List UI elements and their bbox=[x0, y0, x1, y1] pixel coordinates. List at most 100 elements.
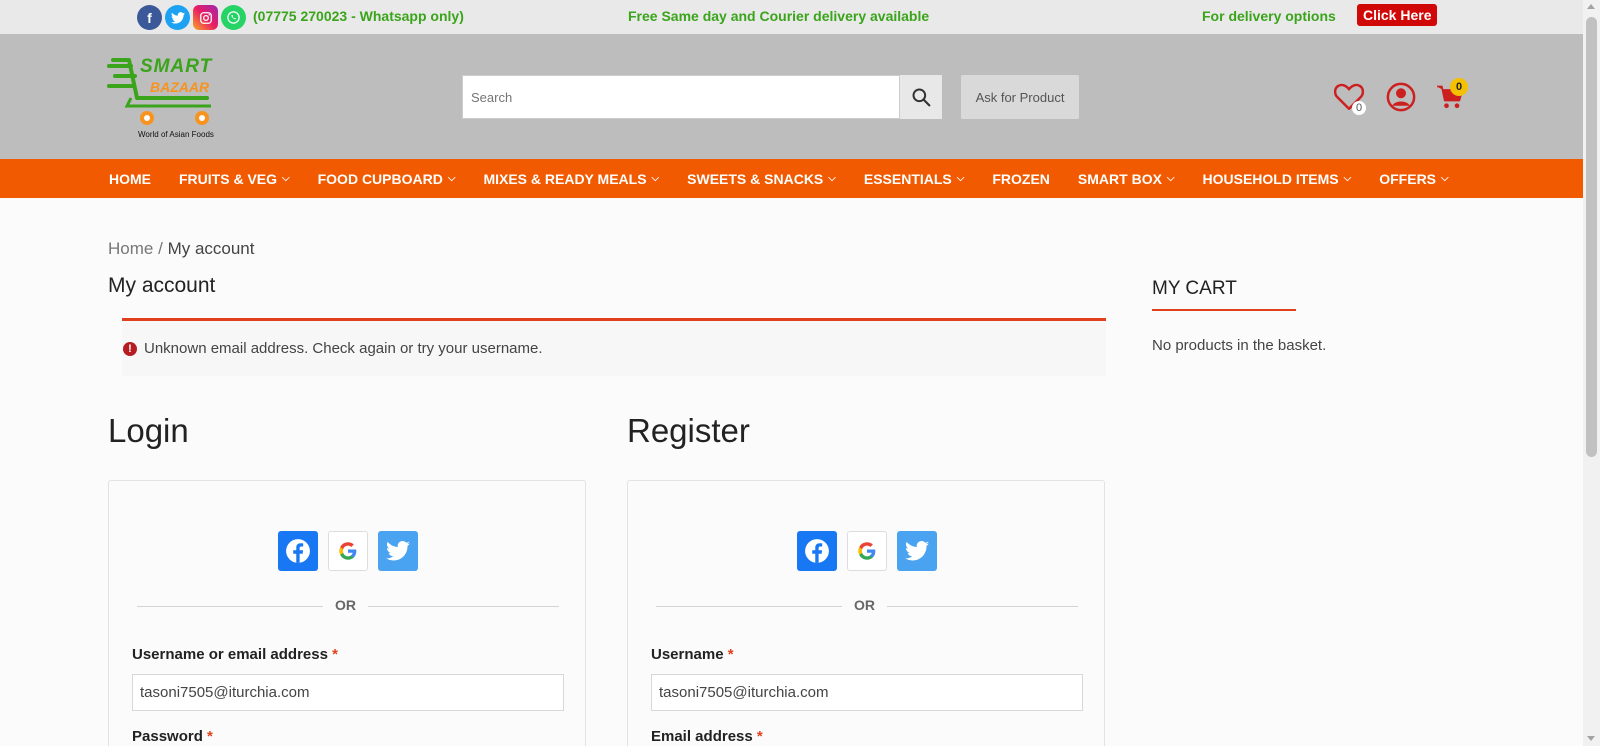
scroll-thumb[interactable] bbox=[1586, 17, 1597, 457]
nav-item-fruits-veg[interactable]: FRUITS & VEG ⌵ bbox=[179, 171, 290, 187]
google-login-button[interactable] bbox=[328, 531, 368, 571]
search-field[interactable] bbox=[462, 75, 900, 119]
search-input[interactable] bbox=[463, 76, 899, 118]
chevron-down-icon: ⌵ bbox=[447, 173, 456, 184]
nav-label: HOME bbox=[109, 170, 151, 187]
chevron-down-icon: ⌵ bbox=[1166, 173, 1175, 184]
ask-for-product-button[interactable]: Ask for Product bbox=[961, 75, 1079, 119]
or-label: OR bbox=[323, 597, 368, 613]
nav-label: OFFERS bbox=[1379, 170, 1437, 187]
my-cart-underline bbox=[1152, 309, 1296, 311]
cart-empty-message: No products in the basket. bbox=[1152, 337, 1327, 354]
search-icon bbox=[912, 88, 931, 107]
phone-number: (07775 270023 - Whatsapp only) bbox=[253, 8, 464, 24]
email-label-text: Email address bbox=[651, 728, 753, 745]
password-label: Password * bbox=[132, 728, 213, 745]
facebook-icon bbox=[286, 539, 310, 563]
nav-item-essentials[interactable]: ESSENTIALS ⌵ bbox=[864, 171, 965, 187]
register-username-label-text: Username bbox=[651, 646, 724, 663]
register-form: OR Username * tasoni7505@iturchia.com Em… bbox=[627, 480, 1105, 746]
facebook-icon[interactable]: f bbox=[137, 5, 162, 30]
nav-item-frozen[interactable]: FROZEN bbox=[992, 171, 1050, 187]
scroll-up-arrow-icon[interactable] bbox=[1587, 4, 1595, 9]
chevron-down-icon: ⌵ bbox=[1343, 173, 1352, 184]
facebook-register-button[interactable] bbox=[797, 531, 837, 571]
register-username-label: Username * bbox=[651, 646, 734, 663]
twitter-icon[interactable] bbox=[165, 5, 190, 30]
twitter-icon bbox=[386, 541, 410, 561]
delivery-options-label: For delivery options bbox=[1202, 8, 1336, 24]
twitter-register-button[interactable] bbox=[897, 531, 937, 571]
google-icon bbox=[339, 542, 357, 560]
instagram-icon[interactable] bbox=[193, 5, 218, 30]
nav-label: FOOD CUPBOARD bbox=[317, 170, 443, 187]
nav-label: SMART BOX bbox=[1077, 170, 1162, 187]
register-title: Register bbox=[627, 412, 750, 449]
username-label-text: Username or email address bbox=[132, 646, 328, 663]
scroll-down-arrow-icon[interactable] bbox=[1587, 736, 1595, 741]
breadcrumb: Home / My account bbox=[108, 239, 255, 259]
social-links: f bbox=[137, 5, 246, 30]
click-here-button[interactable]: Click Here bbox=[1357, 4, 1438, 26]
cart-count-badge: 0 bbox=[1450, 78, 1468, 96]
chevron-down-icon: ⌵ bbox=[1441, 173, 1449, 184]
error-notice: ! Unknown email address. Check again or … bbox=[122, 318, 1106, 376]
google-icon bbox=[858, 542, 876, 560]
nav-item-mixes-ready-meals[interactable]: MIXES & READY MEALS ⌵ bbox=[483, 171, 659, 187]
nav-item-sweets-snacks[interactable]: SWEETS & SNACKS ⌵ bbox=[687, 171, 836, 187]
required-mark: * bbox=[332, 646, 338, 663]
delivery-message: Free Same day and Courier delivery avail… bbox=[628, 8, 930, 24]
twitter-login-button[interactable] bbox=[378, 531, 418, 571]
user-icon bbox=[1386, 82, 1416, 112]
nav-item-home[interactable]: HOME bbox=[109, 171, 151, 187]
wishlist-count-badge: 0 bbox=[1352, 101, 1366, 115]
nav-label: MIXES & READY MEALS bbox=[483, 170, 647, 187]
nav-label: SWEETS & SNACKS bbox=[687, 170, 824, 187]
facebook-login-button[interactable] bbox=[278, 531, 318, 571]
twitter-icon bbox=[905, 541, 929, 561]
nav-item-food-cupboard[interactable]: FOOD CUPBOARD ⌵ bbox=[318, 171, 456, 187]
username-input[interactable]: tasoni7505@iturchia.com bbox=[132, 674, 564, 711]
error-icon: ! bbox=[123, 341, 137, 356]
whatsapp-icon[interactable] bbox=[221, 5, 246, 30]
nav-label: FROZEN bbox=[992, 170, 1050, 187]
logo-text-top: SMART bbox=[140, 56, 213, 77]
nav-label: FRUITS & VEG bbox=[179, 170, 278, 187]
breadcrumb-home-link[interactable]: Home bbox=[108, 239, 153, 258]
error-message: Unknown email address. Check again or tr… bbox=[144, 340, 543, 357]
search-button[interactable] bbox=[900, 75, 942, 119]
facebook-icon bbox=[805, 539, 829, 563]
logo-text-bottom: BAZAAR bbox=[150, 79, 210, 95]
breadcrumb-current: My account bbox=[167, 239, 255, 258]
username-label: Username or email address * bbox=[132, 646, 338, 663]
required-mark: * bbox=[756, 728, 763, 745]
nav-label: ESSENTIALS bbox=[863, 170, 952, 187]
required-mark: * bbox=[207, 728, 213, 745]
nav-label: HOUSEHOLD ITEMS bbox=[1202, 170, 1339, 187]
nav-item-offers[interactable]: OFFERS ⌵ bbox=[1379, 171, 1448, 187]
logo-tagline: World of Asian Foods bbox=[138, 130, 214, 139]
or-label: OR bbox=[842, 597, 887, 613]
nav-item-household-items[interactable]: HOUSEHOLD ITEMS ⌵ bbox=[1203, 171, 1352, 187]
nav-item-smart-box[interactable]: SMART BOX ⌵ bbox=[1078, 171, 1175, 187]
email-label: Email address * bbox=[651, 728, 763, 745]
account-button[interactable] bbox=[1386, 82, 1416, 117]
login-social-buttons bbox=[278, 531, 418, 571]
my-cart-title: MY CART bbox=[1152, 278, 1237, 299]
main-nav: HOME FRUITS & VEG ⌵ FOOD CUPBOARD ⌵ MIXES … bbox=[0, 159, 1583, 198]
login-title: Login bbox=[108, 412, 189, 449]
register-social-buttons bbox=[797, 531, 937, 571]
breadcrumb-separator: / bbox=[158, 239, 163, 258]
chevron-down-icon: ⌵ bbox=[651, 173, 660, 184]
password-label-text: Password bbox=[132, 728, 203, 745]
chevron-down-icon: ⌵ bbox=[828, 173, 836, 184]
required-mark: * bbox=[727, 646, 734, 663]
chevron-down-icon: ⌵ bbox=[282, 173, 290, 184]
google-register-button[interactable] bbox=[847, 531, 887, 571]
top-bar: f (07775 270023 - Whatsapp only) Free Sa… bbox=[0, 0, 1583, 34]
login-form: OR Username or email address * tasoni750… bbox=[108, 480, 586, 746]
register-username-input[interactable]: tasoni7505@iturchia.com bbox=[651, 674, 1083, 711]
chevron-down-icon: ⌵ bbox=[956, 173, 965, 184]
page-title: My account bbox=[108, 274, 216, 297]
page-scrollbar[interactable] bbox=[1583, 0, 1600, 746]
